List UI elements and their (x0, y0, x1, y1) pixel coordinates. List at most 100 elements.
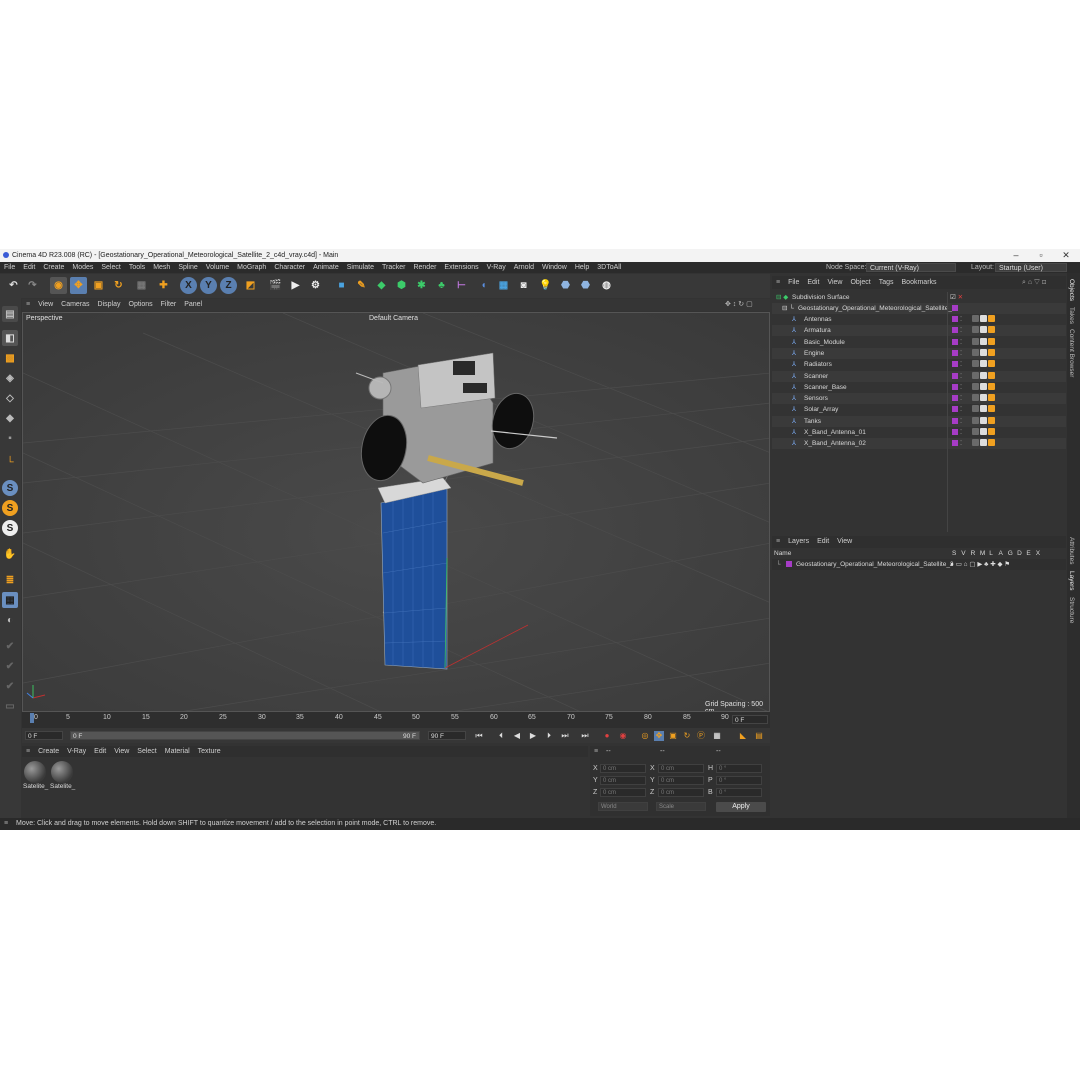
layer-color-swatch[interactable] (952, 372, 958, 379)
layer-column-header[interactable]: D (1017, 550, 1022, 557)
material-tag-icon[interactable] (980, 382, 987, 390)
camera-icon[interactable]: ◙ (515, 277, 532, 294)
status-hamburger-icon[interactable]: ≡ (4, 818, 8, 830)
object-row[interactable]: ⅄ Solar_Array ⁚ (772, 404, 1066, 415)
layer-color-swatch[interactable] (952, 383, 958, 390)
menu-select[interactable]: Select (97, 262, 124, 273)
coord-rot-p-field[interactable]: 0 ° (716, 776, 762, 785)
layer-expand-icon[interactable]: └ (776, 559, 781, 570)
layer-row[interactable]: └ Geostationary_Operational_Meteorologic… (772, 559, 1066, 570)
make-editable-icon[interactable]: ▤ (2, 306, 18, 322)
menu-render[interactable]: Render (409, 262, 440, 273)
object-menu-object[interactable]: Object (846, 276, 874, 289)
visibility-dots-icon[interactable]: ⁚ (960, 416, 962, 427)
timeline-view-icon[interactable]: ◣ (738, 731, 748, 741)
layer-menu-view[interactable]: View (833, 536, 856, 548)
object-menu-edit[interactable]: Edit (803, 276, 823, 289)
sculpt-icon[interactable]: ✋ (2, 546, 18, 562)
material-tag-icon[interactable] (980, 405, 987, 413)
visibility-dots-icon[interactable]: ⁚ (960, 438, 962, 449)
visibility-dots-icon[interactable]: ⁚ (960, 371, 962, 382)
layer-column-header[interactable]: L (989, 550, 993, 557)
visibility-check-icon[interactable]: ☑ ✕ (950, 292, 963, 303)
cloner-icon[interactable]: ✱ (413, 277, 430, 294)
coord-size-y-field[interactable]: 0 cm (658, 776, 704, 785)
layer-color-swatch[interactable] (952, 440, 958, 447)
undo-icon[interactable]: ↶ (5, 277, 22, 294)
layer-color-swatch[interactable] (952, 305, 958, 311)
material-tags[interactable] (972, 326, 1004, 335)
grid-icon[interactable]: ▦ (2, 592, 18, 608)
object-row[interactable]: ⅄ Armatura ⁚ (772, 325, 1066, 337)
viewport-name[interactable]: Perspective (26, 315, 63, 322)
autokey-icon[interactable]: ◉ (618, 731, 628, 741)
layer-menu-edit[interactable]: Edit (813, 536, 833, 548)
python-icon-2[interactable]: ⬣ (577, 277, 594, 294)
go-to-end-icon[interactable]: ⏭ (580, 731, 590, 741)
rotate-tool-icon[interactable]: ↻ (110, 277, 127, 294)
menu-volume[interactable]: Volume (202, 262, 233, 273)
menu-extensions[interactable]: Extensions (440, 262, 482, 273)
minimize-icon[interactable]: – (1003, 249, 1029, 262)
material-tags[interactable] (972, 371, 1004, 381)
coord-rot-h-field[interactable]: 0 ° (716, 764, 762, 773)
material-tags[interactable] (972, 405, 1004, 414)
visibility-dots-icon[interactable]: ⁚ (960, 404, 962, 415)
material-tags[interactable] (972, 416, 1004, 426)
node-space-dropdown[interactable]: Current (V-Ray) (866, 263, 956, 272)
move-tool-icon[interactable]: ✥ (70, 277, 87, 294)
tab-takes[interactable]: Takes (1068, 307, 1075, 324)
deformer-bend-icon[interactable]: ⊢ (453, 277, 470, 294)
material-tag-icon[interactable] (988, 394, 995, 402)
record-keys-icon[interactable]: ● (602, 731, 612, 741)
layer-column-header[interactable]: A (999, 550, 1003, 557)
material-menu-material[interactable]: Material (161, 746, 194, 757)
material-tag-icon[interactable] (980, 416, 987, 424)
material-tag-icon[interactable] (988, 382, 995, 390)
object-row[interactable]: ⅄ X_Band_Antenna_02 ⁚ (772, 438, 1066, 450)
menu-simulate[interactable]: Simulate (343, 262, 378, 273)
layer-color-swatch[interactable] (952, 338, 958, 345)
material-tag-icon[interactable] (972, 348, 979, 356)
material-tags[interactable] (972, 394, 1004, 403)
axis-y-button[interactable]: Y (200, 277, 217, 294)
current-frame-field[interactable]: 0 F (732, 715, 768, 724)
material-menu-edit[interactable]: Edit (90, 746, 110, 757)
material-tag-icon[interactable] (988, 348, 995, 356)
material-tag-icon[interactable] (972, 439, 979, 447)
previous-frame-icon[interactable]: ◀ (512, 731, 522, 741)
3d-viewport[interactable]: Perspective Default Camera Grid Spacing … (22, 312, 770, 712)
object-search-icons[interactable]: ⌕ ⌂ ▽ ⊡ (1022, 276, 1046, 289)
visibility-dots-icon[interactable]: ⁚ (960, 382, 962, 393)
visibility-dots-icon[interactable]: ⁚ (960, 325, 962, 336)
viewport-menu-filter[interactable]: Filter (157, 299, 181, 311)
coord-size-x-field[interactable]: 0 cm (658, 764, 704, 773)
range-slider[interactable]: 0 F 90 F (70, 731, 420, 740)
key-position-icon[interactable]: ✥ (654, 731, 664, 741)
next-key-icon[interactable]: ⏭ (560, 731, 570, 741)
material-tag-icon[interactable] (972, 315, 979, 322)
visibility-dots-icon[interactable]: ⁚ (960, 337, 962, 348)
coord-hamburger-icon[interactable]: ≡ (594, 748, 598, 755)
material-tag-icon[interactable] (980, 439, 987, 447)
menu-file[interactable]: File (0, 262, 19, 273)
material-hamburger-icon[interactable]: ≡ (22, 746, 34, 757)
deformer-icon[interactable]: ♣ (433, 277, 450, 294)
material-tag-icon[interactable] (972, 371, 979, 379)
material-tags[interactable] (972, 360, 1004, 369)
viewport-nav-icons[interactable]: ✥ ↕ ↻ ▢ (725, 299, 753, 311)
go-to-start-icon[interactable]: ⏮ (474, 731, 484, 741)
object-row[interactable]: ⅄ Sensors ⁚ (772, 393, 1066, 405)
render-view-icon[interactable]: 🎬 (267, 277, 284, 294)
viewport-menu-cameras[interactable]: Cameras (57, 299, 93, 311)
object-row[interactable]: ⅄ Engine ⁚ (772, 347, 1066, 359)
layer-stack-icon[interactable]: ≣ (2, 572, 18, 588)
material-menu-select[interactable]: Select (133, 746, 160, 757)
scale-tool-icon[interactable]: ▣ (90, 277, 107, 294)
material-tags[interactable] (972, 337, 1004, 347)
layer-column-header[interactable]: G (1008, 550, 1013, 557)
object-hamburger-icon[interactable]: ≡ (772, 276, 784, 289)
render-picture-viewer-icon[interactable]: ▶ (287, 277, 304, 294)
snap-s-icon-1[interactable]: S (2, 480, 18, 496)
layer-color-swatch[interactable] (952, 395, 958, 402)
